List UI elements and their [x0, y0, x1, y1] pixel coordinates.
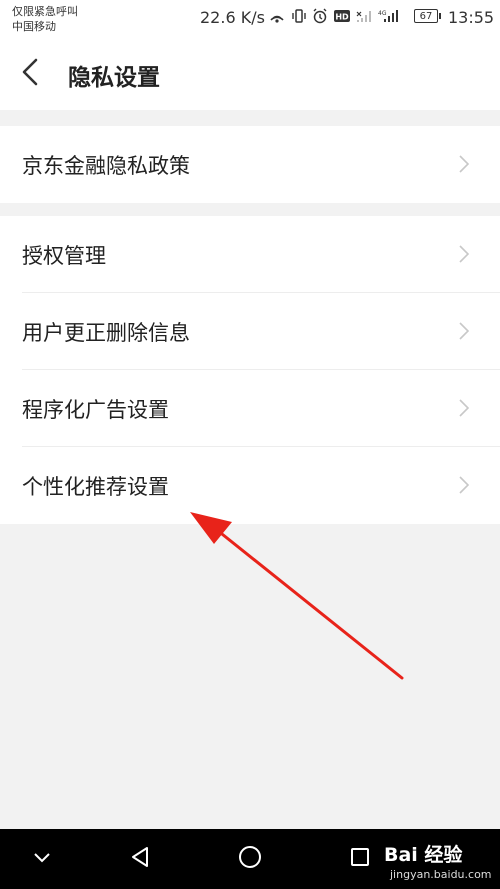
back-triangle-icon [129, 846, 151, 872]
list-item-authorization-management[interactable]: 授权管理 [0, 216, 500, 293]
collapse-button[interactable] [12, 829, 72, 889]
back-button[interactable] [14, 54, 50, 90]
list-item-correct-delete-info[interactable]: 用户更正删除信息 [0, 293, 500, 370]
network-speed: 22.6 K/s [200, 8, 265, 27]
list-item-privacy-policy[interactable]: 京东金融隐私政策 [0, 126, 500, 203]
list-item-programmatic-ad-settings[interactable]: 程序化广告设置 [0, 370, 500, 447]
list-item-label: 个性化推荐设置 [22, 475, 169, 499]
signal-4g-icon: 4G [378, 9, 400, 23]
nav-home-button[interactable] [220, 829, 280, 889]
home-circle-icon [238, 845, 262, 873]
svg-text:4G: 4G [378, 10, 387, 17]
battery-indicator: 67 [414, 9, 441, 23]
back-arrow-icon [14, 58, 50, 94]
nav-back-button[interactable] [110, 829, 170, 889]
carrier-name: 中国移动 [12, 20, 56, 33]
hd-icon: HD [334, 9, 350, 23]
chevron-right-icon [458, 321, 470, 345]
watermark-brand: Bai 经验 [384, 844, 463, 866]
list-item-personalized-recommendation[interactable]: 个性化推荐设置 [0, 447, 500, 524]
status-icons: HD 4G [268, 8, 400, 24]
chevron-right-icon [458, 475, 470, 499]
chevron-right-icon [458, 244, 470, 268]
chevron-right-icon [458, 154, 470, 178]
list-item-label: 京东金融隐私政策 [22, 154, 190, 178]
nav-recents-button[interactable] [330, 829, 390, 889]
hotspot-icon [268, 8, 286, 24]
watermark-url: jingyan.baidu.com [390, 868, 492, 881]
list-item-label: 用户更正删除信息 [22, 321, 190, 345]
list-item-label: 程序化广告设置 [22, 398, 169, 422]
recents-square-icon [350, 847, 370, 871]
app-header: 隐私设置 [0, 36, 500, 110]
settings-section-controls: 授权管理 用户更正删除信息 程序化广告设置 个性化推荐设置 [0, 216, 500, 524]
page-title: 隐私设置 [68, 65, 160, 91]
signal-icon [356, 9, 372, 23]
carrier-emergency-text: 仅限紧急呼叫 [12, 5, 78, 18]
status-bar: 仅限紧急呼叫 中国移动 22.6 K/s HD 4G 67 13:55 [0, 0, 500, 36]
vibrate-icon [292, 8, 306, 24]
baidu-jingyan-watermark: Bai 经验 jingyan.baidu.com [384, 840, 496, 886]
chevron-right-icon [458, 398, 470, 422]
list-item-label: 授权管理 [22, 244, 106, 268]
svg-text:HD: HD [335, 13, 349, 22]
alarm-icon [312, 8, 328, 24]
status-time: 13:55 [448, 8, 495, 27]
collapse-icon [32, 850, 52, 869]
settings-section-policy: 京东金融隐私政策 [0, 126, 500, 203]
